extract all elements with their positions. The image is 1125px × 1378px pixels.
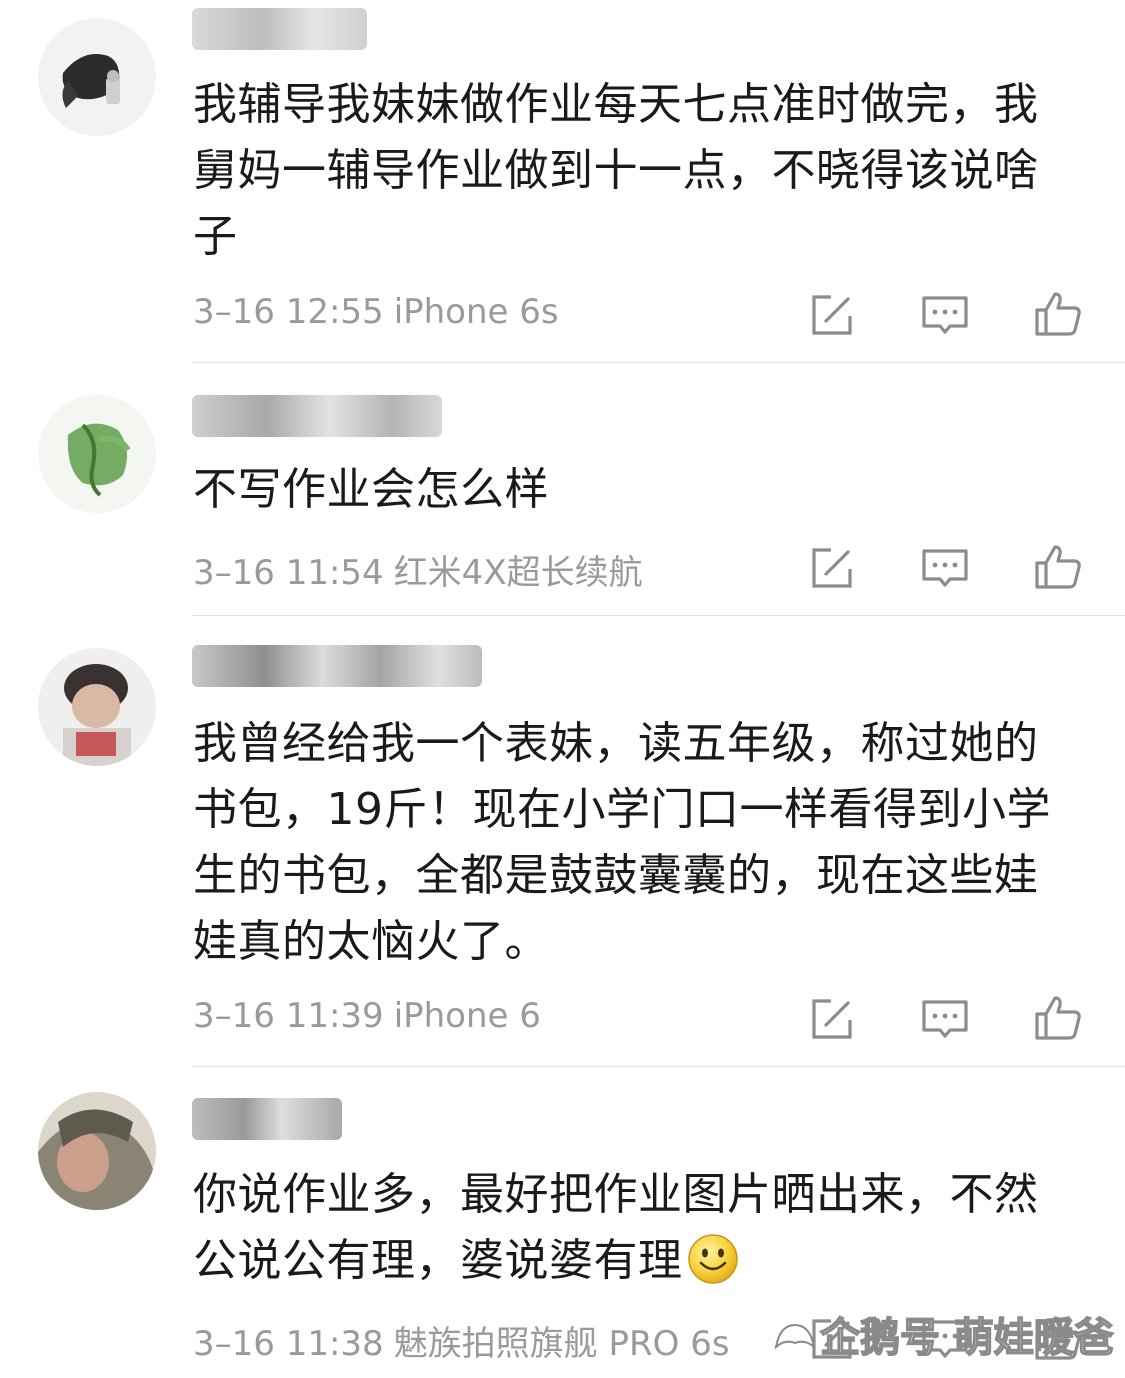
comment-text: 我曾经给我一个表妹，读五年级，称过她的书包，19斤！现在小学门口一样看得到小学生…: [193, 718, 1051, 967]
avatar[interactable]: [38, 1092, 156, 1210]
repost-button[interactable]: [807, 994, 857, 1044]
thumbs-up-icon: [1035, 292, 1081, 336]
comment-device: iPhone 6s: [393, 292, 559, 332]
avatar[interactable]: [38, 395, 156, 513]
comment-device: 魅族拍照旗舰 PRO 6s: [393, 1324, 730, 1364]
comment-bubble-icon: [922, 296, 968, 334]
username[interactable]: [192, 395, 442, 437]
avatar[interactable]: [38, 648, 156, 766]
divider: [192, 615, 1125, 616]
username[interactable]: [192, 8, 367, 50]
edit-square-icon: [812, 295, 852, 335]
reply-button[interactable]: [920, 994, 970, 1044]
comment-text: 我辅导我妹妹做作业每天七点准时做完，我舅妈一辅导作业做到十一点，不晓得该说啥子: [193, 79, 1039, 262]
comment-date: 3–16 11:39: [193, 996, 384, 1036]
reply-button[interactable]: [920, 290, 970, 340]
watermark-text: 企鹅号 萌娃暖爸: [819, 1314, 1114, 1362]
comment-meta: 3–16 11:38 魅族拍照旗舰 PRO 6s: [193, 1316, 730, 1365]
comment-device: iPhone 6: [393, 996, 541, 1036]
divider: [192, 362, 1125, 363]
thumbs-up-icon: [1035, 996, 1081, 1040]
comment-device: 红米4X超长续航: [393, 553, 643, 593]
divider: [192, 1066, 1125, 1067]
thumbs-up-icon: [1035, 545, 1081, 589]
comment-bubble-icon: [922, 549, 968, 587]
like-button[interactable]: [1033, 541, 1083, 591]
comment-text: 不写作业会怎么样: [193, 464, 549, 515]
like-button[interactable]: [1033, 288, 1083, 338]
username[interactable]: [192, 1098, 342, 1140]
comment-bubble-icon: [922, 1000, 968, 1038]
comment-meta: 3–16 11:54 红米4X超长续航: [193, 545, 643, 594]
comment-meta: 3–16 11:39 iPhone 6: [193, 996, 541, 1036]
comment-meta: 3–16 12:55 iPhone 6s: [193, 292, 559, 332]
like-button[interactable]: [1033, 992, 1083, 1042]
watermark: 企鹅号 萌娃暖爸: [770, 1305, 1115, 1365]
comment-text-content: 你说作业多，最好把作业图片晒出来，不然公说公有理，婆说婆有理: [193, 1169, 1039, 1286]
comment-date: 3–16 11:54: [193, 553, 384, 593]
username[interactable]: [192, 645, 482, 687]
smiley-emoji-icon: [687, 1234, 738, 1284]
reply-button[interactable]: [920, 543, 970, 593]
edit-square-icon: [812, 548, 852, 588]
comment-date: 3–16 11:38: [193, 1324, 384, 1364]
avatar[interactable]: [38, 18, 156, 136]
penguin-logo-icon: [774, 1323, 816, 1350]
repost-button[interactable]: [807, 290, 857, 340]
edit-square-icon: [812, 999, 852, 1039]
repost-button[interactable]: [807, 543, 857, 593]
comment-date: 3–16 12:55: [193, 292, 384, 332]
comment-text: 你说作业多，最好把作业图片晒出来，不然公说公有理，婆说婆有理: [193, 1162, 1063, 1294]
